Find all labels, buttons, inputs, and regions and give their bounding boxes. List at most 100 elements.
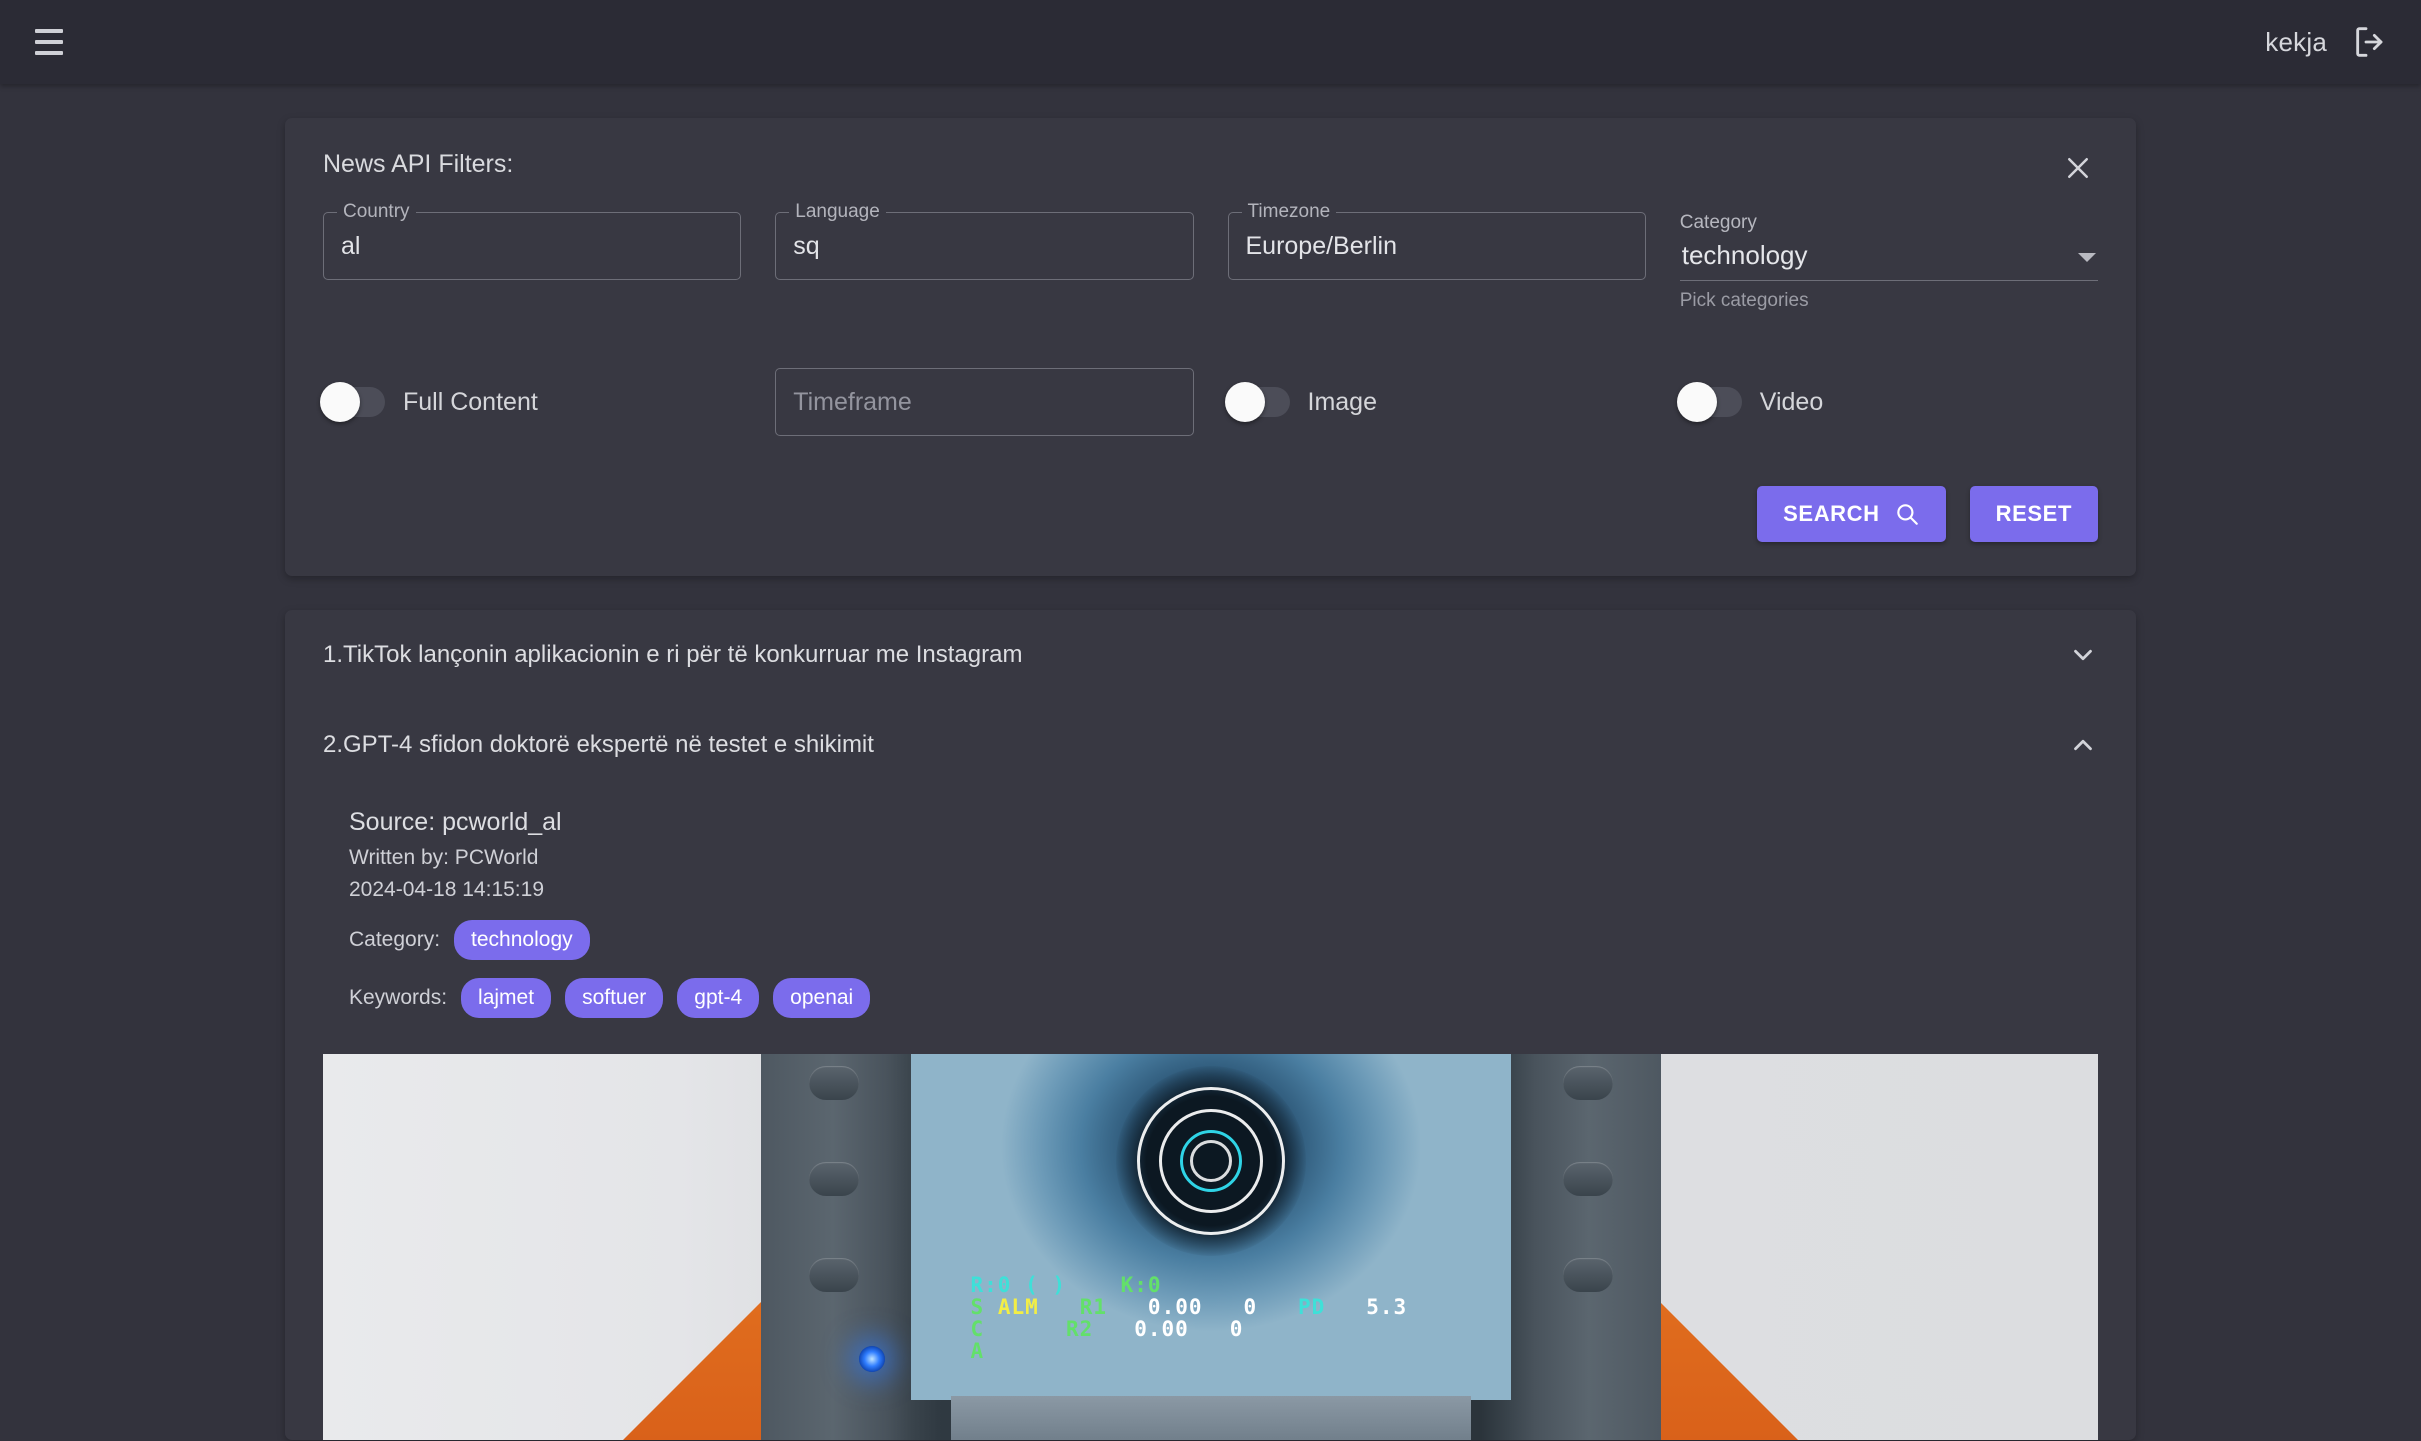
article-image-photo: R:0 ( ) K:0 S ALM R1 [323,1054,2098,1440]
hud-line2-label: R1 [1080,1295,1107,1319]
filter-actions: SEARCH RESET [321,486,2100,542]
timeframe-field[interactable]: Timeframe [775,368,1193,436]
logout-icon [2351,22,2391,62]
image-switch[interactable] [1228,387,1290,417]
full-content-toggle-group[interactable]: Full Content [323,387,741,417]
keyword-chip[interactable]: lajmet [461,978,551,1018]
country-label: Country [337,201,416,223]
category-value: technology [1682,240,1808,271]
hud-line2-pdval: 5.3 [1366,1295,1407,1319]
device-button [1563,1162,1613,1196]
hamburger-icon[interactable] [26,19,72,65]
user-name: kekja [2265,27,2327,58]
device-button [809,1258,859,1292]
category-select[interactable]: Category technology Pick categories [1680,212,2098,312]
article-detail: Source: pcworld_al Written by: PCWorld 2… [323,790,2098,1018]
hud-line1-left: R:0 ( ) [971,1273,1067,1297]
reset-button-label: RESET [1996,501,2072,527]
device-screen: R:0 ( ) K:0 S ALM R1 [911,1054,1511,1400]
article-keywords-row: Keywords: lajmet softuer gpt-4 openai [349,978,2098,1018]
keyword-chip[interactable]: gpt-4 [677,978,759,1018]
hamburger-bar [35,51,63,55]
image-label: Image [1308,388,1377,417]
hud-line3-left: C [971,1317,985,1341]
device-button [1563,1066,1613,1100]
country-field[interactable]: Country al [323,212,741,280]
timezone-field[interactable]: Timezone Europe/Berlin [1228,212,1646,280]
search-icon [1894,501,1920,527]
close-icon [2063,153,2093,183]
accordion-item-1-title: 1.TikTok lançonin aplikacionin e ri për … [323,641,1022,669]
hud-line2-left: S [971,1295,985,1319]
article-author: Written by: PCWorld [349,846,2098,870]
article-image: R:0 ( ) K:0 S ALM R1 [323,1054,2098,1440]
filters-title: News API Filters: [321,146,513,179]
hamburger-bar [35,29,63,33]
eye-iris [1116,1066,1306,1256]
timeframe-input[interactable]: Timeframe [775,368,1193,436]
keyword-chip[interactable]: softuer [565,978,663,1018]
hud-line2-pd: PD [1298,1295,1325,1319]
device-button [809,1066,859,1100]
filter-fields-row: Country al Language sq Timezone Europe/B… [321,212,2100,312]
hud-line2-alarm: ALM [998,1295,1039,1319]
keywords-row-label: Keywords: [349,986,447,1010]
hud-line3-value: 0.00 [1134,1317,1189,1341]
hud-line2-value: 0.00 [1148,1295,1203,1319]
photo-device-body: R:0 ( ) K:0 S ALM R1 [761,1054,1661,1440]
image-toggle-group[interactable]: Image [1228,387,1646,417]
language-field[interactable]: Language sq [775,212,1193,280]
hud-line2-zero: 0 [1243,1295,1257,1319]
accordion-item-1-header[interactable]: 1.TikTok lançonin aplikacionin e ri për … [285,610,2136,700]
category-row-label: Category: [349,928,440,952]
full-content-label: Full Content [403,388,538,417]
chevron-down-icon [2078,253,2096,262]
hud-line1-right: K:0 [1121,1273,1162,1297]
accordion-item-2-header[interactable]: 2.GPT-4 sfidon doktorë ekspertë në teste… [285,700,2136,790]
video-switch[interactable] [1680,387,1742,417]
category-label: Category [1680,212,2098,234]
logout-button[interactable] [2351,22,2391,62]
app-bar: kekja [0,0,2421,84]
search-button[interactable]: SEARCH [1757,486,1946,542]
reset-button[interactable]: RESET [1970,486,2098,542]
accordion-item-2-title: 2.GPT-4 sfidon doktorë ekspertë në teste… [323,731,874,759]
close-filters-button[interactable] [2056,146,2100,190]
switch-knob [320,382,360,422]
country-value: al [341,232,360,261]
video-label: Video [1760,388,1824,417]
search-button-label: SEARCH [1783,501,1880,527]
chevron-down-icon [2068,640,2098,670]
hud-line3-zero: 0 [1230,1317,1244,1341]
timeframe-placeholder: Timeframe [793,388,912,417]
timezone-value: Europe/Berlin [1246,232,1397,261]
device-base [951,1396,1471,1440]
article-category-row: Category: technology [349,920,2098,960]
chevron-up-icon [2068,730,2098,760]
hud-line3-label: R2 [1066,1317,1093,1341]
accordion-item-2-panel: Source: pcworld_al Written by: PCWorld 2… [285,790,2136,1440]
filters-header: News API Filters: [321,146,2100,190]
video-toggle-group[interactable]: Video [1680,387,2098,417]
switch-knob [1225,382,1265,422]
switch-knob [1677,382,1717,422]
news-api-filters-card: News API Filters: Country al Language sq [285,118,2136,576]
keyword-chip[interactable]: openai [773,978,870,1018]
device-button [1563,1258,1613,1292]
page-body: News API Filters: Country al Language sq [0,84,2421,1440]
category-helper-text: Pick categories [1680,290,2098,312]
device-hud-readout: R:0 ( ) K:0 S ALM R1 [971,1274,1408,1362]
category-select-control[interactable]: technology [1680,240,2098,281]
language-value: sq [793,232,819,261]
device-button [809,1162,859,1196]
hud-line4-left: A [971,1339,985,1363]
device-led [859,1346,885,1372]
news-results-card: 1.TikTok lançonin aplikacionin e ri për … [285,610,2136,1440]
filter-toggles-row: Full Content Timeframe Image Video [321,368,2100,436]
reticle-ring [1190,1140,1232,1182]
article-published: 2024-04-18 14:15:19 [349,878,2098,902]
category-chip[interactable]: technology [454,920,590,960]
language-label: Language [789,201,886,223]
full-content-switch[interactable] [323,387,385,417]
article-source: Source: pcworld_al [349,808,2098,837]
